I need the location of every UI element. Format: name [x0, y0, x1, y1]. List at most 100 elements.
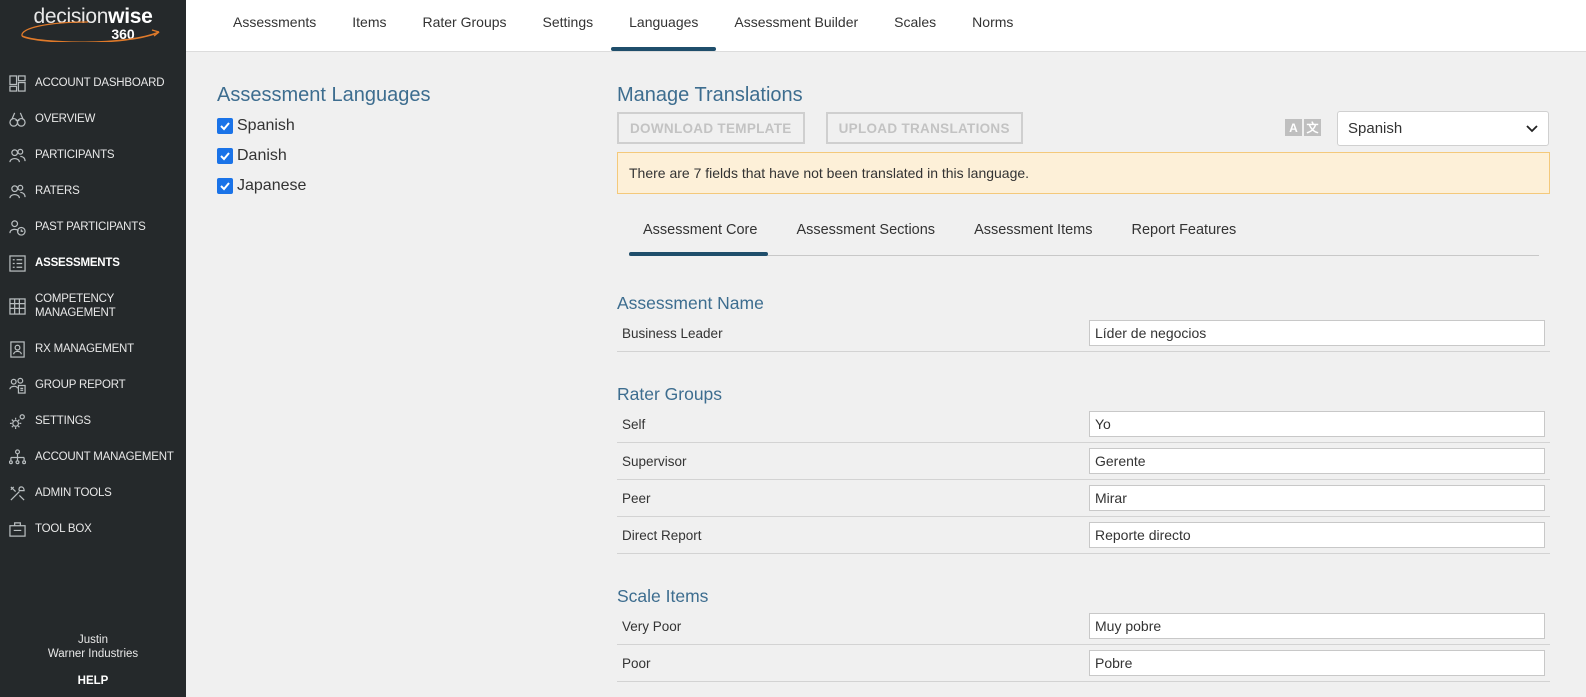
- source-text: Poor: [622, 655, 651, 671]
- translation-input[interactable]: [1089, 485, 1545, 511]
- tab-assessment-sections[interactable]: Assessment Sections: [782, 208, 946, 255]
- source-text: Self: [622, 416, 646, 432]
- group-title: Scale Items: [617, 586, 709, 606]
- language-checkbox[interactable]: [217, 118, 233, 134]
- sidebar-item-label: OVERVIEW: [35, 113, 96, 125]
- gear-icon: [8, 412, 26, 430]
- sidebar-item-label: PARTICIPANTS: [35, 149, 115, 161]
- checklist-icon: [8, 254, 26, 272]
- tab-norms[interactable]: Norms: [954, 0, 1031, 52]
- language-row: Spanish: [217, 111, 430, 141]
- sidebar-item-label: TOOL BOX: [35, 523, 92, 535]
- users-history-icon: [8, 218, 26, 236]
- translation-row: Poor: [617, 645, 1550, 682]
- users-icon: [8, 182, 26, 200]
- sidebar-item-account-dashboard[interactable]: ACCOUNT DASHBOARD: [0, 65, 186, 101]
- translation-row: Peer: [617, 480, 1550, 517]
- sidebar-item-settings[interactable]: SETTINGS: [0, 403, 186, 439]
- check-icon: [220, 152, 230, 161]
- tab-scales[interactable]: Scales: [876, 0, 954, 52]
- translation-row: Supervisor: [617, 443, 1550, 480]
- download-template-button[interactable]: DOWNLOAD TEMPLATE: [617, 112, 805, 144]
- tab-languages[interactable]: Languages: [611, 0, 717, 52]
- sidebar-item-label: RATERS: [35, 185, 80, 197]
- translation-input[interactable]: [1089, 411, 1545, 437]
- tab-assessment-builder[interactable]: Assessment Builder: [716, 0, 876, 52]
- upload-translations-button[interactable]: UPLOAD TRANSLATIONS: [825, 112, 1023, 144]
- source-text: Direct Report: [622, 527, 702, 543]
- translation-row: Very Poor: [617, 608, 1550, 645]
- sidebar-item-account-management[interactable]: ACCOUNT MANAGEMENT: [0, 439, 186, 475]
- translation-input[interactable]: [1089, 448, 1545, 474]
- source-text: Supervisor: [622, 453, 687, 469]
- untranslated-warning: There are 7 fields that have not been tr…: [617, 152, 1550, 194]
- group-title: Rater Groups: [617, 384, 723, 404]
- translate-icon: A 文: [1285, 119, 1323, 136]
- manage-translations-panel: Manage Translations DOWNLOAD TEMPLATE UP…: [617, 84, 1567, 682]
- person-document-icon: [8, 340, 26, 358]
- translation-input[interactable]: [1089, 522, 1545, 548]
- tools-icon: [8, 484, 26, 502]
- sidebar-item-competency-management[interactable]: COMPETENCY MANAGEMENT: [0, 281, 186, 331]
- language-row: Japanese: [217, 171, 430, 201]
- dashboard-icon: [8, 74, 26, 92]
- language-select-value: Spanish: [1348, 120, 1403, 137]
- sidebar-item-raters[interactable]: RATERS: [0, 173, 186, 209]
- source-text: Very Poor: [622, 618, 682, 634]
- sidebar-item-label: COMPETENCY MANAGEMENT: [35, 293, 116, 319]
- assessment-languages-panel: Assessment Languages Spanish Danish Japa…: [217, 84, 430, 201]
- sidebar-item-label: ACCOUNT DASHBOARD: [35, 77, 165, 89]
- translation-input[interactable]: [1089, 650, 1545, 676]
- tab-assessment-items[interactable]: Assessment Items: [960, 208, 1103, 255]
- manage-translations-title: Manage Translations: [617, 84, 803, 106]
- translation-input[interactable]: [1089, 613, 1545, 639]
- sidebar-item-label: ACCOUNT MANAGEMENT: [35, 451, 174, 463]
- translation-input[interactable]: [1089, 320, 1545, 346]
- check-icon: [220, 182, 230, 191]
- translate-icon-cjk: 文: [1304, 119, 1321, 136]
- user-company: Warner Industries: [47, 648, 139, 660]
- language-label: Danish: [237, 147, 287, 164]
- help-link[interactable]: HELP: [0, 675, 186, 687]
- tab-rater-groups[interactable]: Rater Groups: [404, 0, 524, 52]
- sidebar-item-past-participants[interactable]: PAST PARTICIPANTS: [0, 209, 186, 245]
- sidebar-item-overview[interactable]: OVERVIEW: [0, 101, 186, 137]
- sidebar-item-assessments[interactable]: ASSESSMENTS: [0, 245, 186, 281]
- toolbox-icon: [8, 520, 26, 538]
- language-checkbox[interactable]: [217, 178, 233, 194]
- sidebar-item-label: ASSESSMENTS: [35, 257, 120, 269]
- sidebar-item-rx-management[interactable]: RX MANAGEMENT: [0, 331, 186, 367]
- translation-tabs: Assessment Core Assessment Sections Asse…: [629, 208, 1539, 256]
- org-chart-icon: [8, 448, 26, 466]
- sidebar-item-label: PAST PARTICIPANTS: [35, 221, 146, 233]
- grid-icon: [8, 297, 26, 315]
- tab-report-features[interactable]: Report Features: [1118, 208, 1248, 255]
- tab-items[interactable]: Items: [334, 0, 404, 52]
- brand-logo[interactable]: decisionwise 360: [0, 0, 186, 48]
- language-label: Spanish: [237, 117, 295, 134]
- tab-settings[interactable]: Settings: [525, 0, 612, 52]
- assessment-languages-title: Assessment Languages: [217, 84, 431, 106]
- sidebar-item-tool-box[interactable]: TOOL BOX: [0, 511, 186, 547]
- user-name: Justin: [77, 634, 109, 646]
- tab-assessment-core[interactable]: Assessment Core: [629, 208, 769, 256]
- sidebar-item-participants[interactable]: PARTICIPANTS: [0, 137, 186, 173]
- translate-icon-latin: A: [1285, 119, 1302, 136]
- language-select[interactable]: Spanish: [1337, 111, 1549, 146]
- scale-items-group: Scale Items Very Poor Poor: [617, 585, 1550, 682]
- sidebar-item-label: SETTINGS: [35, 415, 91, 427]
- sidebar-item-label: RX MANAGEMENT: [35, 343, 134, 355]
- tab-assessments[interactable]: Assessments: [215, 0, 334, 52]
- top-nav-bar: Assessments Items Rater Groups Settings …: [186, 0, 1586, 52]
- logo-swoosh-icon: [21, 21, 160, 42]
- source-text: Peer: [622, 490, 651, 506]
- assessment-name-group: Assessment Name Business Leader: [617, 292, 1550, 352]
- language-list: Spanish Danish Japanese: [217, 111, 430, 201]
- group-title: Assessment Name: [617, 293, 764, 313]
- sidebar-item-group-report[interactable]: GROUP REPORT: [0, 367, 186, 403]
- user-info[interactable]: Justin Warner Industries: [0, 633, 186, 661]
- rater-groups-group: Rater Groups Self Supervisor Peer Direct…: [617, 383, 1550, 554]
- translation-row: Direct Report: [617, 517, 1550, 554]
- language-checkbox[interactable]: [217, 148, 233, 164]
- sidebar-item-admin-tools[interactable]: ADMIN TOOLS: [0, 475, 186, 511]
